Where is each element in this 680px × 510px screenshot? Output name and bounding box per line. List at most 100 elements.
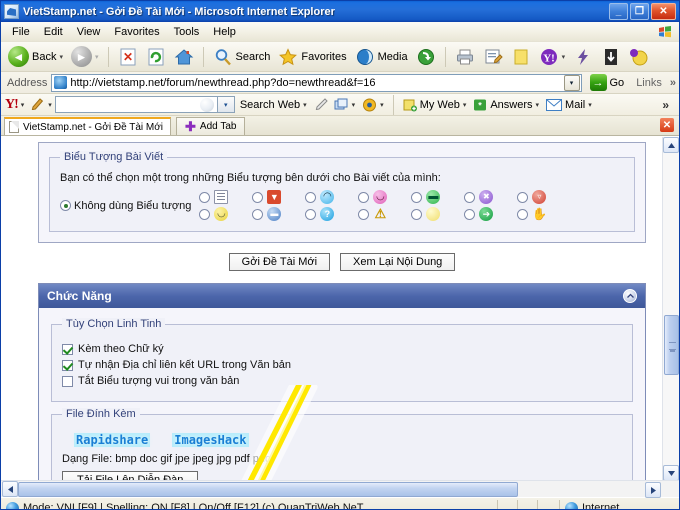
forward-button[interactable]: ► ▾ — [68, 45, 102, 69]
my-web-dropdown-icon[interactable]: ▾ — [463, 101, 467, 109]
maximize-button[interactable]: ❐ — [630, 3, 649, 20]
emoticon-option-thumbs-up[interactable]: ✋ — [517, 207, 570, 221]
security-zone-cell[interactable]: Internet — [559, 500, 679, 509]
yahoo-overflow-icon[interactable]: » — [662, 98, 675, 112]
radio-red-angry[interactable] — [517, 191, 529, 203]
back-dropdown-icon[interactable]: ▾ — [59, 53, 63, 61]
checkbox-row-autolink[interactable]: Tự nhận Địa chỉ liên kết URL trong Văn b… — [62, 359, 622, 371]
vertical-scrollbar[interactable] — [662, 137, 679, 480]
radio-question[interactable] — [305, 208, 317, 220]
media-button[interactable]: Media — [352, 45, 411, 69]
collapse-icon[interactable] — [623, 289, 637, 303]
answers-button[interactable]: * Answers ▾ — [471, 98, 541, 112]
add-tab-button[interactable]: ✚ Add Tab — [176, 117, 246, 135]
radio-pink-smile[interactable] — [358, 191, 370, 203]
submit-new-thread-button[interactable]: Gởi Đề Tài Mới — [228, 253, 331, 271]
search-web-button[interactable]: Search Web ▾ — [238, 99, 309, 111]
radio-green-hat[interactable] — [411, 191, 423, 203]
radio-cool-smile[interactable] — [305, 191, 317, 203]
menu-item-tools[interactable]: Tools — [167, 24, 207, 40]
favorites-button[interactable]: Favorites — [275, 45, 349, 69]
emoticon-option-red-angry[interactable]: ▿ — [517, 190, 570, 204]
menu-item-file[interactable]: File — [5, 24, 37, 40]
radio-no-icon-input[interactable] — [60, 200, 71, 211]
toolbar-overflow-icon[interactable]: » — [666, 77, 676, 89]
menu-item-help[interactable]: Help — [206, 24, 243, 40]
horizontal-scrollbar[interactable] — [1, 480, 679, 498]
emoticon-button[interactable] — [626, 45, 652, 69]
radio-document[interactable] — [199, 191, 211, 203]
emoticon-option-green-hat[interactable]: ▬ — [411, 190, 464, 204]
emoticon-option-cool-smile[interactable]: ◠ — [305, 190, 358, 204]
print-button[interactable] — [452, 45, 478, 69]
emoticon-option-arrow-right[interactable]: ➔ — [464, 207, 517, 221]
emoticon-option-yellow-smile[interactable]: ◡ — [199, 207, 252, 221]
menu-item-edit[interactable]: Edit — [37, 24, 70, 40]
radio-warning[interactable] — [358, 208, 370, 220]
menu-item-favorites[interactable]: Favorites — [107, 24, 166, 40]
search-web-dropdown-icon[interactable]: ▾ — [303, 101, 307, 109]
anti-spy-button[interactable]: ▾ — [360, 98, 386, 112]
mail-button[interactable]: Mail ▾ — [544, 98, 594, 111]
anti-spy-dropdown-icon[interactable]: ▾ — [380, 101, 384, 109]
yahoo-dropdown-icon[interactable]: ▾ — [562, 53, 566, 61]
emoticon-option-thumbs-down[interactable]: ▼ — [252, 190, 305, 204]
checkbox-signature[interactable] — [62, 343, 73, 355]
scroll-up-button[interactable] — [663, 137, 679, 153]
vertical-scrollbar-thumb[interactable] — [664, 315, 679, 375]
pencil-icon[interactable] — [31, 96, 45, 113]
emoticon-option-sunglasses[interactable]: ▬ — [252, 207, 305, 221]
edit-button[interactable] — [480, 45, 506, 69]
popup-blocker-dropdown-icon[interactable]: ▾ — [352, 101, 356, 109]
radio-thumbs-up[interactable] — [517, 208, 529, 220]
back-button[interactable]: ◄ Back ▾ — [5, 45, 66, 69]
radio-sunglasses[interactable] — [252, 208, 264, 220]
search-button[interactable]: Search — [210, 45, 274, 69]
home-button[interactable] — [171, 45, 197, 69]
scroll-right-button[interactable] — [645, 482, 661, 498]
emoticon-option-pink-smile[interactable]: ◡ — [358, 190, 411, 204]
emoticon-option-warning[interactable]: ⚠ — [358, 207, 411, 221]
link-imageshack[interactable]: ImagesHack — [172, 433, 249, 447]
forward-dropdown-icon[interactable]: ▾ — [95, 53, 99, 61]
stop-button[interactable]: ✕ — [115, 45, 141, 69]
radio-yellow-smile[interactable] — [199, 208, 211, 220]
yahoo-search-dropdown-icon[interactable]: ▾ — [216, 97, 234, 112]
menu-item-view[interactable]: View — [70, 24, 108, 40]
radio-lightbulb[interactable] — [411, 208, 423, 220]
minimize-button[interactable]: _ — [609, 3, 628, 20]
close-tab-button[interactable]: ✕ — [660, 118, 674, 132]
emoticon-option-purple-sad[interactable]: ✖ — [464, 190, 517, 204]
refresh-button[interactable] — [143, 45, 169, 69]
messenger-button[interactable] — [570, 45, 596, 69]
history-button[interactable] — [413, 45, 439, 69]
emoticon-option-document[interactable] — [199, 190, 252, 204]
address-dropdown-icon[interactable]: ▾ — [563, 74, 580, 91]
scroll-down-button[interactable] — [663, 465, 679, 480]
upload-file-button[interactable]: Tải File Lên Diễn Đàn — [62, 471, 199, 480]
go-button[interactable]: → Go — [586, 74, 629, 91]
download-button[interactable] — [598, 45, 624, 69]
emoticon-option-question[interactable]: ? — [305, 207, 358, 221]
yahoo-logo-dropdown-icon[interactable]: ▾ — [21, 101, 25, 109]
mail-dropdown-icon[interactable]: ▾ — [588, 101, 592, 109]
notes-button[interactable] — [508, 45, 534, 69]
checkbox-disable-smilies[interactable] — [62, 375, 73, 387]
scroll-left-button[interactable] — [2, 481, 18, 497]
link-rapidshare[interactable]: Rapidshare — [74, 433, 151, 447]
radio-no-icon[interactable]: Không dùng Biểu tượng — [60, 200, 191, 212]
yahoo-search-input[interactable]: ▾ — [54, 96, 235, 113]
answers-dropdown-icon[interactable]: ▾ — [536, 101, 540, 109]
checkbox-row-disable-smilies[interactable]: Tắt Biểu tượng vui trong văn bản — [62, 375, 622, 387]
emoticon-option-lightbulb[interactable] — [411, 207, 464, 221]
tab-vietstamp[interactable]: VietStamp.net - Gởi Đề Tài Mới — [4, 117, 172, 135]
highlighter-icon[interactable] — [315, 96, 329, 113]
yahoo-logo-icon[interactable]: Y! — [5, 97, 19, 113]
checkbox-row-signature[interactable]: Kèm theo Chữ ký — [62, 343, 622, 355]
horizontal-scrollbar-thumb[interactable] — [18, 482, 518, 497]
radio-purple-sad[interactable] — [464, 191, 476, 203]
address-input[interactable]: http://vietstamp.net/forum/newthread.php… — [51, 73, 582, 92]
my-web-button[interactable]: My Web ▾ — [401, 98, 469, 112]
popup-blocker-button[interactable]: ▾ — [332, 98, 358, 112]
radio-thumbs-down[interactable] — [252, 191, 264, 203]
